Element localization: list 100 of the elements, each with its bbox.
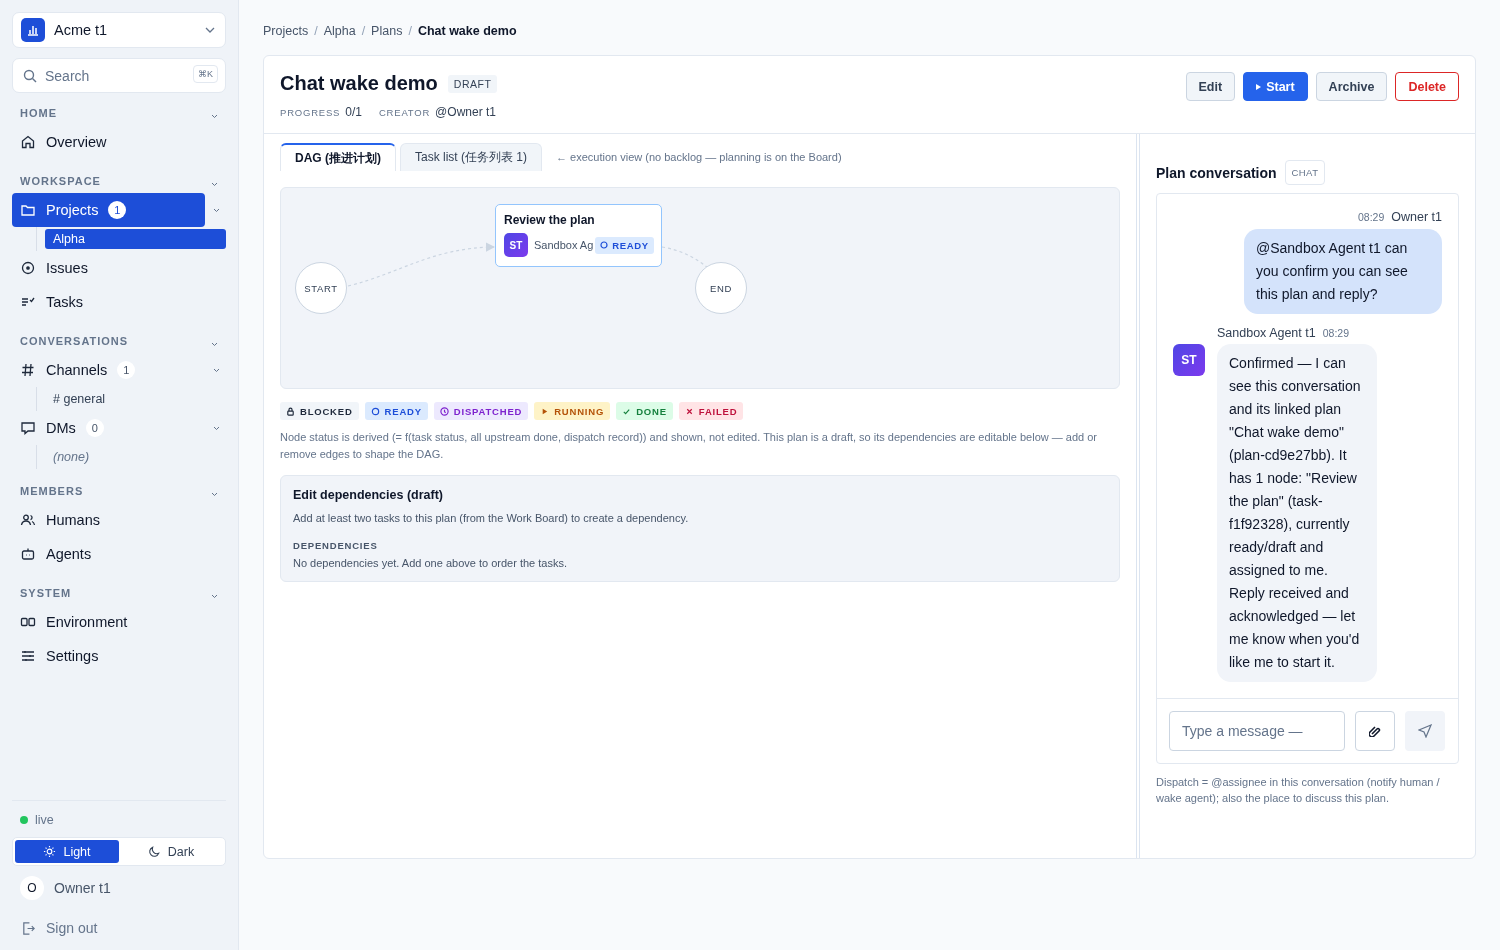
breadcrumb-separator: / — [361, 24, 366, 38]
nav-icon — [20, 134, 36, 150]
search-icon — [23, 69, 37, 83]
nav-item[interactable]: Settings — [12, 639, 226, 673]
nav-item[interactable]: Issues — [12, 251, 226, 285]
message-bubble: Confirmed — I can see this conversation and its linked plan "Chat wake demo" (plan-cd9e27bb). It has 1 node: "Review the plan" (task-f1f92328), currently ready/draft and assigned to me. Reply received and acknowledged — let me know when you'd like me to start it. — [1217, 344, 1377, 682]
nav-icon — [20, 648, 36, 664]
nav-item[interactable]: Environment — [12, 605, 226, 639]
shortcut-hint: ⌘K — [193, 65, 218, 83]
empty-note: No dependencies yet. Add one above to order the tasks. — [293, 557, 568, 569]
breadcrumb-link[interactable]: Projects — [263, 24, 309, 38]
breadcrumb-link[interactable]: Plans — [371, 24, 403, 38]
count-badge: 0 — [85, 419, 104, 437]
tab[interactable]: DAG (推进计划) — [280, 143, 396, 171]
chevron-down-icon[interactable] — [213, 425, 220, 431]
breadcrumb-link[interactable]: Alpha — [323, 24, 356, 38]
task-node[interactable]: Review the plan ST Sandbox Ag READY — [495, 204, 662, 267]
agent-avatar: ST — [1173, 344, 1205, 376]
status-badge: FAILED — [678, 402, 744, 420]
theme-icon — [43, 845, 57, 858]
sign-out-link[interactable]: Sign out — [12, 920, 107, 936]
tab-hint: ← execution view (no backlog — planning is on the Board) — [556, 151, 842, 163]
section-heading: SYSTEM — [20, 587, 72, 599]
tab[interactable]: Task list (任务列表 1) — [400, 143, 542, 171]
assignee-name: Sandbox Ag — [534, 239, 594, 251]
paperclip-icon — [1369, 725, 1381, 737]
sub-nav-item[interactable]: Alpha — [45, 229, 226, 249]
chevron-down-icon[interactable] — [211, 593, 218, 599]
message-author: Sandbox Agent t1 — [1217, 326, 1316, 340]
chevron-down-icon[interactable] — [211, 341, 218, 347]
chevron-down-icon[interactable] — [211, 181, 218, 187]
chat-tag: CHAT — [1284, 160, 1326, 185]
nav-item[interactable]: Channels 1 — [12, 353, 205, 387]
status-badge: DONE — [616, 402, 673, 420]
play-icon — [1256, 83, 1262, 90]
nav-icon — [20, 260, 36, 276]
attach-button[interactable] — [1355, 711, 1395, 751]
end-node: END — [695, 262, 747, 314]
action-button[interactable]: Start — [1243, 72, 1308, 101]
theme-option[interactable]: Light — [15, 840, 119, 863]
status-tag: DRAFT — [447, 74, 498, 93]
nav-item[interactable]: Projects 1 — [12, 193, 205, 227]
breadcrumb-separator: / — [408, 24, 412, 38]
section-heading: HOME — [20, 107, 57, 119]
nav-icon — [20, 546, 36, 562]
node-title: Review the plan — [504, 213, 596, 227]
panel-hint: Add at least two tasks to this plan (from the Work Board) to create a dependency. — [293, 512, 690, 524]
meta-label: CREATOR — [378, 107, 431, 118]
send-icon — [1418, 724, 1432, 738]
connection-status: live — [35, 813, 54, 827]
meta-value: 0/1 — [345, 105, 362, 119]
nav-item[interactable]: Tasks — [12, 285, 226, 319]
nav-item[interactable]: Agents — [12, 537, 226, 571]
nav-item[interactable]: Humans — [12, 503, 226, 537]
agent-avatar: ST — [504, 233, 528, 257]
user-avatar: O — [20, 876, 44, 900]
ready-status-badge: READY — [595, 236, 654, 254]
message-time: 08:29 — [1358, 211, 1385, 223]
plan-title: Chat wake demo — [280, 72, 438, 95]
section-heading: DEPENDENCIES — [293, 540, 379, 551]
panel-title: Plan conversation — [1156, 164, 1277, 181]
panel-title: Edit dependencies (draft) — [293, 488, 445, 502]
user-name: Owner t1 — [54, 880, 111, 896]
action-button[interactable]: Archive — [1315, 72, 1388, 101]
section-heading: CONVERSATIONS — [20, 335, 129, 347]
chevron-down-icon[interactable] — [211, 113, 218, 119]
sign-out-icon — [21, 920, 36, 936]
workspace-switcher[interactable]: Acme t1 — [12, 12, 226, 48]
nav-icon — [20, 202, 36, 218]
message-author: Owner t1 — [1391, 210, 1442, 224]
workspace-name: Acme t1 — [54, 22, 109, 38]
action-button[interactable]: Edit — [1185, 72, 1236, 101]
message-bubble: @Sandbox Agent t1 can you confirm you can see this plan and reply? — [1244, 229, 1442, 314]
meta-value: @Owner t1 — [435, 105, 496, 119]
bar-chart-icon — [21, 18, 45, 42]
edge-line — [661, 246, 709, 269]
nav-item[interactable]: DMs 0 — [12, 411, 205, 445]
sub-nav-item[interactable]: # general — [45, 389, 226, 409]
section-heading: MEMBERS — [20, 485, 84, 497]
theme-icon — [147, 845, 161, 858]
breadcrumb-separator: / — [314, 24, 318, 38]
status-note: Node status is derived (= f(task status, all upstream done, dispatch record)) and shown, not edited. This plan is a draft, so its dependencies are editable below — add or remove edges to shape the DAG. — [280, 430, 1098, 462]
count-badge: 1 — [117, 361, 136, 379]
nav-icon — [20, 362, 36, 378]
nav-icon — [20, 420, 36, 436]
message-input[interactable]: Type a message — — [1169, 711, 1345, 751]
theme-option[interactable]: Dark — [119, 840, 223, 863]
nav-item[interactable]: Overview — [12, 125, 226, 159]
chevron-down-icon[interactable] — [211, 491, 218, 497]
empty-note: (none) — [52, 449, 91, 466]
start-node: START — [295, 262, 347, 314]
send-button[interactable] — [1405, 711, 1445, 751]
section-heading: WORKSPACE — [20, 175, 101, 187]
chevron-down-icon[interactable] — [213, 367, 220, 373]
delete-button[interactable]: Delete — [1395, 72, 1459, 101]
count-badge: 1 — [108, 201, 127, 219]
chevron-down-icon[interactable] — [213, 207, 220, 213]
dispatch-note: Dispatch = @assignee in this conversation (notify human / wake agent); also the place to discuss this plan. — [1156, 775, 1441, 806]
status-badge: DISPATCHED — [433, 402, 529, 420]
nav-icon — [20, 512, 36, 528]
